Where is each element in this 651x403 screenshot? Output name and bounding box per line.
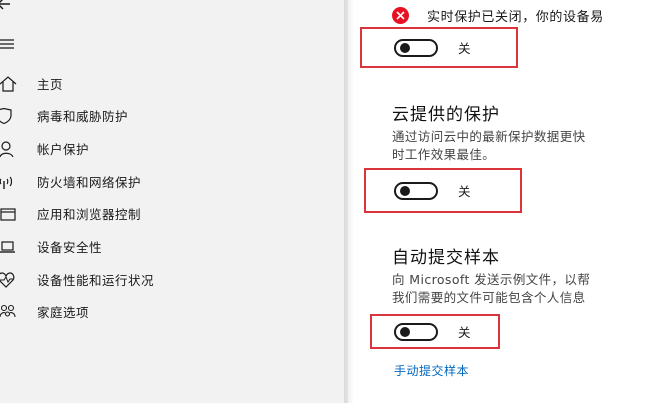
sample-submission-desc-line2: 我们需要的文件可能包含个人信息 <box>392 290 586 305</box>
app-window-icon <box>0 208 16 221</box>
toggle-switch[interactable] <box>394 38 438 57</box>
laptop-icon <box>0 241 15 253</box>
toggle-state-label: 关 <box>458 41 471 56</box>
sidebar-item-app-browser-control[interactable]: 应用和浏览器控制 <box>0 200 330 228</box>
main-content: 实时保护已关闭，你的设备易 关 云提供的保护 通过访问云中的最新保护数据更快 时… <box>354 0 651 403</box>
sidebar-item-account-protection[interactable]: 帐户保护 <box>0 135 330 163</box>
error-x-icon <box>392 7 409 24</box>
sidebar-item-label: 防火墙和网络保护 <box>37 175 142 190</box>
toggle-switch[interactable] <box>394 181 438 200</box>
toggle-knob <box>400 42 410 53</box>
sample-submission-desc-line1: 向 Microsoft 发送示例文件，以帮 <box>392 272 591 287</box>
sidebar-item-label: 设备性能和运行状况 <box>37 273 155 288</box>
hamburger-menu-icon[interactable] <box>0 36 16 52</box>
sidebar-item-virus-protection[interactable]: 病毒和威胁防护 <box>0 102 330 130</box>
shield-icon <box>0 108 12 124</box>
toggle-knob <box>400 185 410 196</box>
sidebar-item-label: 病毒和威胁防护 <box>37 109 129 124</box>
sidebar-item-label: 帐户保护 <box>37 142 90 157</box>
realtime-protection-toggle[interactable]: 关 <box>394 38 471 57</box>
home-icon <box>0 76 17 92</box>
sidebar-item-label: 应用和浏览器控制 <box>37 207 142 222</box>
toggle-knob <box>400 326 410 337</box>
sidebar-item-home[interactable]: 主页 <box>0 70 330 98</box>
sidebar-item-label: 主页 <box>37 77 64 92</box>
cloud-protection-toggle[interactable]: 关 <box>394 181 471 200</box>
toggle-switch[interactable] <box>394 322 438 341</box>
sidebar-divider-shadow <box>344 0 354 403</box>
sidebar-item-label: 家庭选项 <box>37 305 90 320</box>
realtime-warning: 实时保护已关闭，你的设备易 <box>392 6 604 25</box>
toggle-state-label: 关 <box>458 184 471 199</box>
cloud-protection-desc-line1: 通过访问云中的最新保护数据更快 <box>392 129 586 144</box>
heart-pulse-icon <box>0 272 15 288</box>
sample-submission-title: 自动提交样本 <box>392 248 500 268</box>
sidebar-item-label: 设备安全性 <box>37 240 103 255</box>
sidebar-item-device-security[interactable]: 设备安全性 <box>0 233 330 261</box>
back-arrow-icon[interactable] <box>0 0 18 14</box>
manual-submit-sample-link[interactable]: 手动提交样本 <box>394 362 469 379</box>
family-icon <box>0 304 16 318</box>
toggle-state-label: 关 <box>458 325 471 340</box>
sample-submission-toggle[interactable]: 关 <box>394 322 471 341</box>
sidebar-item-firewall[interactable]: 防火墙和网络保护 <box>0 168 330 196</box>
sidebar: 主页 病毒和威胁防护 帐户保护 防火墙和网络保护 应用和浏览器控制 设备安全性 … <box>0 0 348 403</box>
wifi-signal-icon <box>0 176 13 189</box>
realtime-warning-text: 实时保护已关闭，你的设备易 <box>427 10 604 25</box>
sidebar-item-device-performance[interactable]: 设备性能和运行状况 <box>0 266 330 294</box>
cloud-protection-desc-line2: 时工作效果最佳。 <box>392 147 496 162</box>
cloud-protection-title: 云提供的保护 <box>392 105 500 125</box>
sidebar-item-family-options[interactable]: 家庭选项 <box>0 298 330 326</box>
person-icon <box>0 141 14 157</box>
